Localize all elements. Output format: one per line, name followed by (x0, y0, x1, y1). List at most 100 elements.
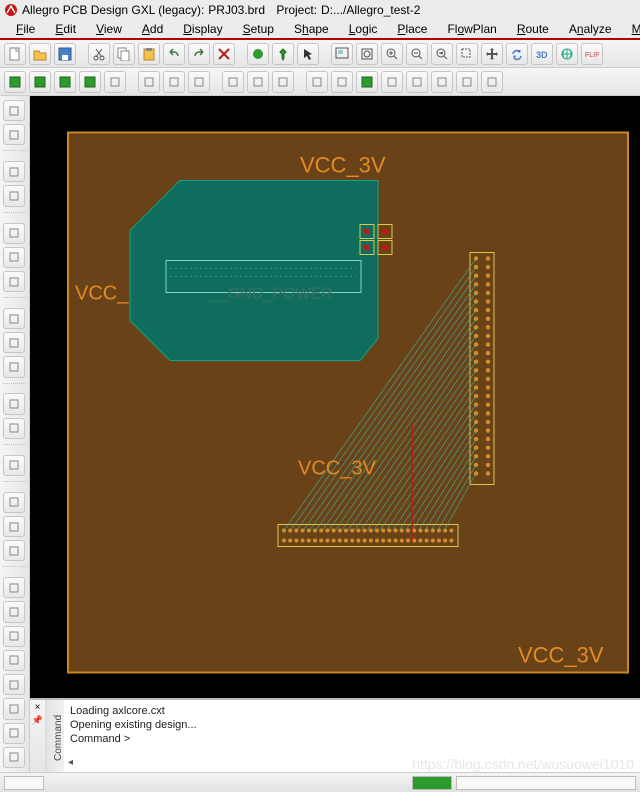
flip2[interactable] (381, 71, 403, 93)
menu-add[interactable]: Add (132, 20, 173, 38)
ortho[interactable] (3, 271, 25, 292)
new-file[interactable] (4, 43, 26, 65)
flip[interactable]: FLIP (581, 43, 603, 65)
window-zoom[interactable] (331, 43, 353, 65)
title-bar: Allegro PCB Design GXL (legacy): PRJ03.b… (0, 0, 640, 20)
palette3[interactable] (406, 71, 428, 93)
delete[interactable] (213, 43, 235, 65)
snap-grid[interactable] (3, 247, 25, 268)
pcb-canvas[interactable]: VCC_3V VCC_ __GND_POWER VCC_3V VCC_3V (30, 96, 640, 698)
palette2[interactable] (331, 71, 353, 93)
svg-text:FLIP: FLIP (585, 52, 599, 59)
save-file[interactable] (54, 43, 76, 65)
menu-logic[interactable]: Logic (339, 20, 388, 38)
command-log[interactable]: Loading axlcore.cxt Opening existing des… (64, 700, 640, 772)
menu-analyze[interactable]: Analyze (559, 20, 622, 38)
text-ab[interactable] (3, 540, 25, 561)
menu-route[interactable]: Route (507, 20, 559, 38)
palette1[interactable] (306, 71, 328, 93)
menu-bar: File Edit View Add Display Setup Shape L… (0, 20, 640, 40)
menu-file[interactable]: File (6, 20, 45, 38)
layer-pin[interactable] (54, 71, 76, 93)
snap[interactable] (3, 223, 25, 244)
menu-manufacture[interactable]: Manufacture (622, 20, 640, 38)
open-file[interactable] (29, 43, 51, 65)
mode-b[interactable] (3, 124, 25, 145)
scroll-left-icon[interactable]: ◂ (68, 756, 73, 770)
menu-edit[interactable]: Edit (45, 20, 86, 38)
export[interactable] (481, 71, 503, 93)
zoom-prev[interactable] (431, 43, 453, 65)
rail-6[interactable] (3, 698, 25, 719)
layer-stack[interactable] (356, 71, 378, 93)
ruler-b[interactable] (3, 185, 25, 206)
menu-shape[interactable]: Shape (284, 20, 339, 38)
content-row: VCC_3V VCC_ __GND_POWER VCC_3V VCC_3V × … (0, 96, 640, 772)
trace-a[interactable] (3, 308, 25, 329)
command-panel: × 📌 Command Loading axlcore.cxt Opening … (30, 698, 640, 772)
rail-1[interactable] (3, 577, 25, 598)
svg-text:__GND_POWER: __GND_POWER (209, 286, 333, 303)
close-icon[interactable]: × (35, 702, 41, 713)
rail-8[interactable] (3, 747, 25, 768)
rail-3[interactable] (3, 626, 25, 647)
mode-a[interactable] (3, 100, 25, 121)
toolbar-layers (0, 68, 640, 96)
pan[interactable] (481, 43, 503, 65)
ruler-a[interactable] (3, 161, 25, 182)
cmd-prompt[interactable]: Command > (70, 732, 634, 746)
command-panel-controls: × 📌 (30, 700, 46, 772)
zoom-in[interactable] (381, 43, 403, 65)
pin[interactable] (272, 43, 294, 65)
odb[interactable] (456, 71, 478, 93)
status-seg-3 (456, 776, 636, 790)
svg-text:VCC_: VCC_ (75, 283, 129, 305)
rail-5[interactable] (3, 674, 25, 695)
rail-7[interactable] (3, 723, 25, 744)
zoom-area[interactable] (456, 43, 478, 65)
zoom-out[interactable] (406, 43, 428, 65)
trace-b[interactable] (3, 332, 25, 353)
menu-flowplan[interactable]: FlowPlan (437, 20, 506, 38)
meas-b[interactable] (3, 418, 25, 439)
block-a[interactable] (3, 492, 25, 513)
line-a[interactable] (3, 455, 25, 476)
iso-3d[interactable]: 3D (531, 43, 553, 65)
menu-setup[interactable]: Setup (233, 20, 284, 38)
rail-2[interactable] (3, 601, 25, 622)
text-a[interactable] (3, 516, 25, 537)
copy[interactable] (113, 43, 135, 65)
shape-rect[interactable] (431, 71, 453, 93)
meas-a[interactable] (3, 393, 25, 414)
menu-place[interactable]: Place (387, 20, 437, 38)
menu-display[interactable]: Display (173, 20, 232, 38)
menu-view[interactable]: View (86, 20, 132, 38)
trace-c[interactable] (3, 356, 25, 377)
select-mode[interactable] (188, 71, 210, 93)
target[interactable] (247, 71, 269, 93)
layer-bot[interactable] (29, 71, 51, 93)
svg-text:VCC_3V: VCC_3V (518, 643, 604, 668)
zoom-fit[interactable] (356, 43, 378, 65)
grid2[interactable] (272, 71, 294, 93)
status-seg-ready (412, 776, 452, 790)
pin-icon[interactable]: 📌 (32, 715, 43, 726)
command-tab[interactable]: Command (46, 700, 64, 772)
cut[interactable] (88, 43, 110, 65)
layer-via[interactable] (79, 71, 101, 93)
paste[interactable] (138, 43, 160, 65)
globe[interactable] (556, 43, 578, 65)
board-outline[interactable] (104, 71, 126, 93)
canvas-column: VCC_3V VCC_ __GND_POWER VCC_3V VCC_3V × … (30, 96, 640, 772)
shape-fill[interactable] (163, 71, 185, 93)
confirm[interactable] (247, 43, 269, 65)
refresh[interactable] (506, 43, 528, 65)
undo[interactable] (163, 43, 185, 65)
layer-top[interactable] (4, 71, 26, 93)
redo[interactable] (188, 43, 210, 65)
grid-dots[interactable] (138, 71, 160, 93)
cursor[interactable] (297, 43, 319, 65)
pick[interactable] (222, 71, 244, 93)
svg-text:VCC_3V: VCC_3V (298, 458, 376, 480)
rail-4[interactable] (3, 650, 25, 671)
